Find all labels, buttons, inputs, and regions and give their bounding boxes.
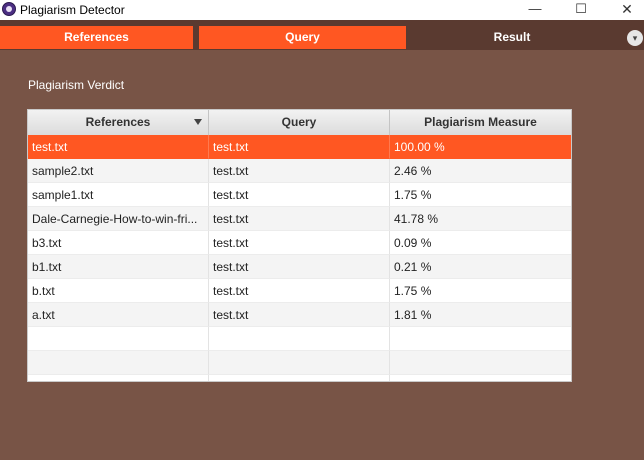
cell-measure: 41.78 % — [390, 207, 571, 231]
tab-result[interactable]: Result — [412, 26, 612, 49]
tab-menu-dropdown-icon[interactable]: ▾ — [627, 30, 643, 46]
table-row[interactable]: b.txt test.txt 1.75 % — [28, 279, 571, 303]
table-row[interactable] — [28, 375, 571, 381]
cell-query: test.txt — [209, 231, 390, 255]
cell-reference — [28, 375, 209, 381]
cell-measure — [390, 375, 571, 381]
cell-query — [209, 351, 390, 375]
cell-reference: sample2.txt — [28, 159, 209, 183]
table-row[interactable] — [28, 351, 571, 375]
cell-measure: 1.81 % — [390, 303, 571, 327]
table-row[interactable]: a.txt test.txt 1.81 % — [28, 303, 571, 327]
cell-query: test.txt — [209, 279, 390, 303]
app-icon — [2, 2, 16, 16]
cell-measure — [390, 327, 571, 351]
tab-references[interactable]: References — [0, 26, 193, 49]
cell-reference: Dale-Carnegie-How-to-win-fri... — [28, 207, 209, 231]
cell-measure: 1.75 % — [390, 279, 571, 303]
cell-reference: test.txt — [28, 135, 209, 159]
cell-query: test.txt — [209, 207, 390, 231]
cell-reference: a.txt — [28, 303, 209, 327]
close-button[interactable]: ✕ — [604, 0, 644, 20]
cell-reference: b.txt — [28, 279, 209, 303]
table-row[interactable]: sample1.txt test.txt 1.75 % — [28, 183, 571, 207]
table-row[interactable] — [28, 327, 571, 351]
table-row[interactable]: sample2.txt test.txt 2.46 % — [28, 159, 571, 183]
cell-query: test.txt — [209, 183, 390, 207]
table-row[interactable]: test.txt test.txt 100.00 % — [28, 135, 571, 159]
table-row[interactable]: Dale-Carnegie-How-to-win-fri... test.txt 4… — [28, 207, 571, 231]
cell-measure: 100.00 % — [390, 135, 571, 159]
cell-measure: 0.21 % — [390, 255, 571, 279]
column-header-query[interactable]: Query — [209, 110, 390, 135]
cell-measure: 0.09 % — [390, 231, 571, 255]
column-header-references[interactable]: References — [28, 110, 209, 135]
verdict-heading: Plagiarism Verdict — [28, 78, 125, 92]
cell-query — [209, 375, 390, 381]
table-body: test.txt test.txt 100.00 % sample2.txt test.… — [28, 135, 571, 381]
cell-query: test.txt — [209, 135, 390, 159]
column-header-plagiarism-measure[interactable]: Plagiarism Measure — [390, 110, 571, 135]
table-row[interactable]: b3.txt test.txt 0.09 % — [28, 231, 571, 255]
cell-query: test.txt — [209, 159, 390, 183]
cell-measure: 1.75 % — [390, 183, 571, 207]
cell-measure — [390, 351, 571, 375]
maximize-button[interactable]: ☐ — [558, 0, 604, 20]
cell-reference: sample1.txt — [28, 183, 209, 207]
tab-strip: References Query Result — [0, 20, 644, 50]
cell-reference — [28, 327, 209, 351]
minimize-button[interactable]: — — [512, 0, 558, 20]
table-header: References Query Plagiarism Measure — [28, 110, 571, 136]
sort-descending-icon — [194, 119, 202, 125]
title-bar: Plagiarism Detector — ☐ ✕ — [0, 0, 644, 20]
cell-reference: b1.txt — [28, 255, 209, 279]
cell-query: test.txt — [209, 255, 390, 279]
window-title: Plagiarism Detector — [20, 3, 125, 17]
verdict-table: References Query Plagiarism Measure test… — [27, 109, 572, 382]
cell-reference — [28, 351, 209, 375]
cell-measure: 2.46 % — [390, 159, 571, 183]
cell-query — [209, 327, 390, 351]
cell-reference: b3.txt — [28, 231, 209, 255]
cell-query: test.txt — [209, 303, 390, 327]
tab-query[interactable]: Query — [199, 26, 406, 49]
table-row[interactable]: b1.txt test.txt 0.21 % — [28, 255, 571, 279]
column-header-label: References — [85, 115, 151, 129]
